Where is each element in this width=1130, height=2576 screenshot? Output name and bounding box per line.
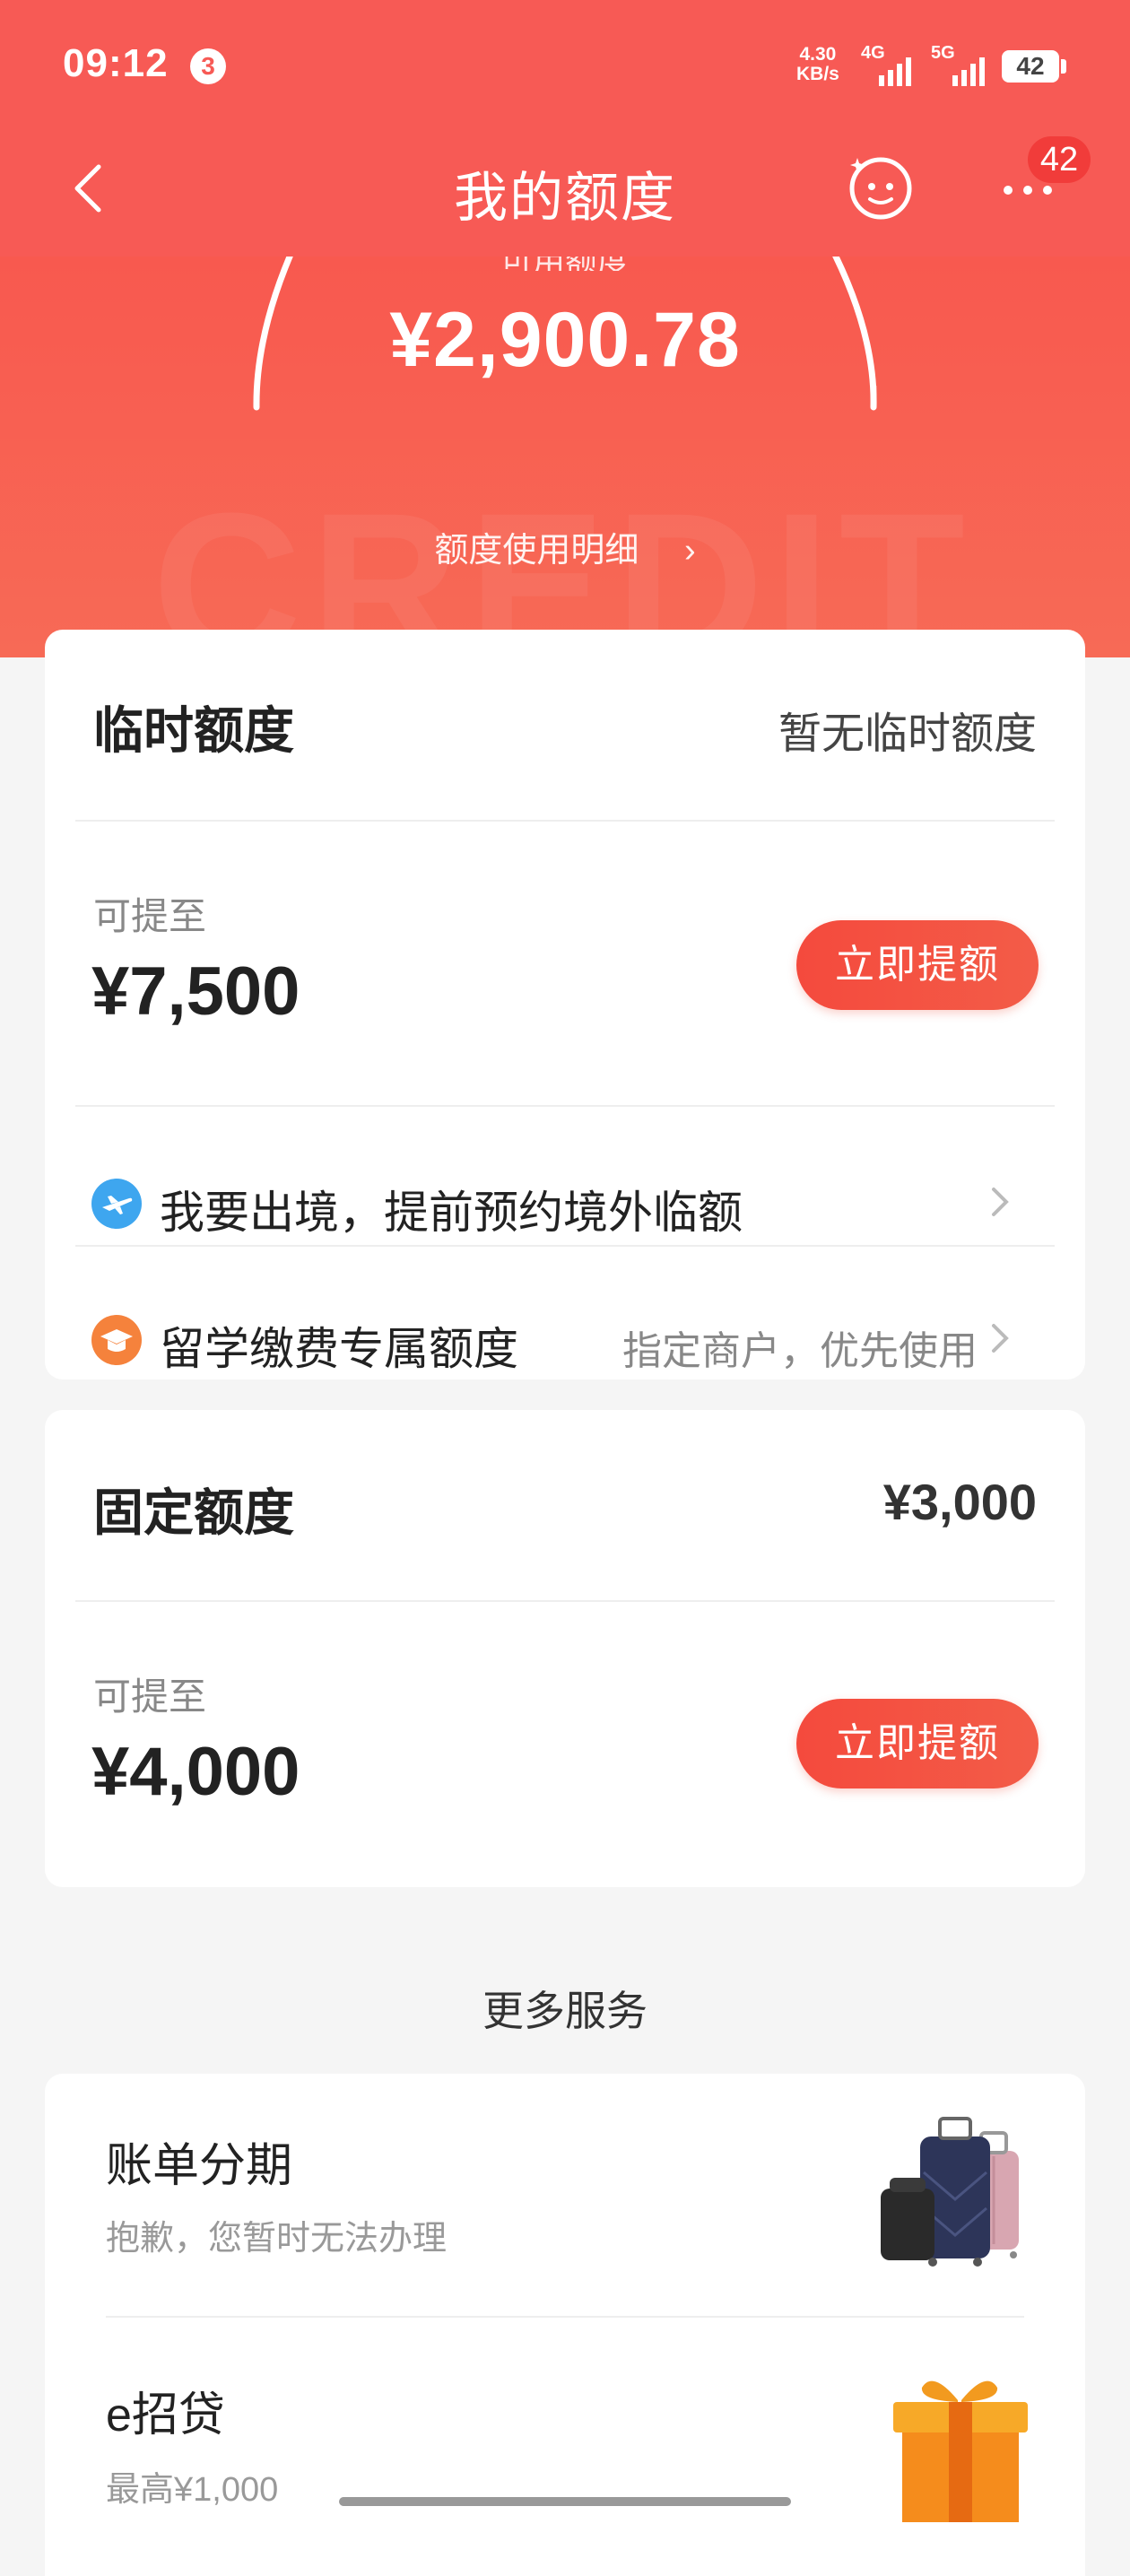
divider (75, 1105, 1055, 1107)
chevron-right-icon: › (683, 532, 696, 570)
signal-bars-icon (952, 57, 985, 86)
airplane-icon (91, 1179, 142, 1229)
divider (106, 2316, 1024, 2318)
graduation-cap-icon (91, 1315, 142, 1365)
gift-box-icon (893, 2380, 1028, 2522)
temporary-raise-amount: ¥7,500 (91, 953, 300, 1030)
service-title: 账单分期 (106, 2140, 293, 2192)
temporary-credit-card: 临时额度 暂无临时额度 可提至 ¥7,500 立即提额 我要出境，提前预约境外临… (45, 630, 1085, 1379)
fixed-credit-card: 固定额度 ¥3,000 可提至 ¥4,000 立即提额 (45, 1410, 1085, 1887)
divider (75, 820, 1055, 822)
luggage-icon (881, 2117, 1019, 2267)
divider (75, 1600, 1055, 1602)
available-credit-amount: ¥2,900.78 (389, 297, 741, 383)
page-title: 我的额度 (454, 168, 676, 228)
customer-service-face-icon[interactable] (847, 152, 915, 221)
raise-to-label: 可提至 (93, 1675, 207, 1718)
study-abroad-hint: 指定商户，优先使用 (622, 1329, 978, 1373)
service-subtitle: 抱歉，您暂时无法办理 (106, 2220, 448, 2258)
fixed-credit-amount: ¥3,000 (882, 1474, 1037, 1530)
signal-bars-icon (879, 57, 911, 86)
raise-to-label: 可提至 (93, 895, 207, 937)
battery-tip (1061, 59, 1066, 74)
credit-usage-detail-link[interactable]: 额度使用明细 › (0, 522, 1130, 571)
notification-count-badge: 3 (190, 48, 226, 84)
study-abroad-credit-text: 留学缴费专属额度 (160, 1324, 518, 1374)
temporary-credit-status: 暂无临时额度 (778, 710, 1037, 758)
network-speed: 4.30 KB/s (796, 44, 839, 84)
fixed-credit-title: 固定额度 (93, 1484, 294, 1541)
fixed-raise-amount: ¥4,000 (91, 1734, 300, 1810)
temporary-credit-title: 临时额度 (93, 702, 294, 759)
divider (75, 1245, 1055, 1247)
fixed-raise-button[interactable]: 立即提额 (796, 1699, 1039, 1788)
temporary-raise-button[interactable]: 立即提额 (796, 920, 1039, 1010)
more-services-heading: 更多服务 (482, 1988, 648, 2034)
abroad-credit-text: 我要出境，提前预约境外临额 (160, 1188, 743, 1238)
chevron-right-icon (992, 1188, 1009, 1216)
home-indicator (339, 2497, 791, 2506)
more-badge: 42 (1028, 136, 1091, 183)
battery-indicator: 42 (1002, 50, 1059, 83)
signal-5g: 5G (931, 43, 955, 63)
chevron-right-icon (992, 1324, 1009, 1353)
status-time: 09:12 (63, 41, 169, 85)
service-subtitle: 最高¥1,000 (106, 2471, 279, 2509)
service-title: e招贷 (106, 2389, 225, 2441)
